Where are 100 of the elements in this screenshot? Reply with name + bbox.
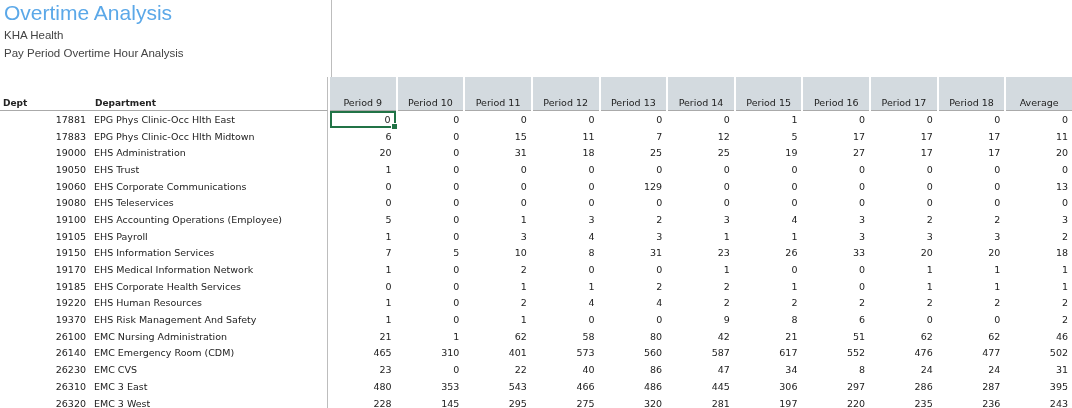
table-cell[interactable]: 0 (600, 111, 667, 128)
table-cell[interactable]: 2 (465, 261, 531, 278)
table-cell[interactable]: 1 (668, 227, 734, 245)
table-cell[interactable]: 0 (397, 127, 464, 145)
table-cell[interactable]: 0 (735, 177, 802, 195)
table-cell[interactable]: 0 (668, 111, 734, 128)
table-cell[interactable]: 2 (871, 294, 937, 312)
table-cell[interactable]: 2 (803, 294, 870, 312)
table-cell[interactable]: 1 (465, 277, 531, 295)
table-cell[interactable]: 46 (1006, 327, 1072, 345)
table-cell[interactable]: 47 (668, 361, 734, 378)
table-cell[interactable]: 7 (330, 244, 396, 262)
table-cell[interactable]: 11 (532, 127, 599, 145)
table-cell[interactable]: 20 (938, 244, 1005, 262)
table-cell[interactable]: 236 (938, 394, 1005, 408)
table-cell[interactable]: 353 (397, 378, 464, 395)
table-cell[interactable]: 23 (330, 361, 396, 378)
table-cell[interactable]: 22 (465, 361, 531, 378)
table-cell[interactable]: 0 (871, 177, 937, 195)
table-cell[interactable]: 26 (735, 244, 802, 262)
table-cell[interactable]: 0 (397, 177, 464, 195)
table-cell[interactable]: 25 (668, 144, 734, 162)
table-cell[interactable]: 21 (735, 327, 802, 345)
table-cell[interactable]: 573 (532, 344, 599, 362)
table-cell[interactable]: 3 (532, 211, 599, 228)
table-cell[interactable]: 0 (938, 161, 1005, 178)
table-cell[interactable]: 477 (938, 344, 1005, 362)
table-cell[interactable]: 0 (735, 161, 802, 178)
table-cell[interactable]: 617 (735, 344, 802, 362)
table-cell[interactable]: 2 (1006, 311, 1072, 328)
table-cell[interactable]: 0 (668, 194, 734, 212)
table-cell[interactable]: 2 (600, 277, 667, 295)
table-cell[interactable]: 0 (397, 311, 464, 328)
table-cell[interactable]: 0 (938, 311, 1005, 328)
table-cell[interactable]: 1 (668, 261, 734, 278)
table-cell[interactable]: 0 (871, 111, 937, 128)
table-cell[interactable]: 13 (1006, 177, 1072, 195)
table-cell[interactable]: 0 (330, 177, 396, 195)
table-cell[interactable]: 0 (397, 294, 464, 312)
table-cell[interactable]: 0 (803, 111, 870, 128)
table-cell[interactable]: 0 (735, 194, 802, 212)
table-cell[interactable]: 0 (1006, 161, 1072, 178)
table-cell[interactable]: 235 (871, 394, 937, 408)
table-cell[interactable]: 4 (735, 211, 802, 228)
table-cell[interactable]: 15 (465, 127, 531, 145)
table-cell[interactable]: 0 (397, 227, 464, 245)
table-cell[interactable]: 287 (938, 378, 1005, 395)
table-cell[interactable]: 0 (803, 194, 870, 212)
table-cell[interactable]: 8 (803, 361, 870, 378)
table-cell[interactable]: 8 (735, 311, 802, 328)
table-cell[interactable]: 0 (330, 111, 396, 128)
table-cell[interactable]: 1 (330, 227, 396, 245)
table-cell[interactable]: 19 (735, 144, 802, 162)
table-cell[interactable]: 1 (1006, 277, 1072, 295)
table-cell[interactable]: 320 (600, 394, 667, 408)
table-cell[interactable]: 1 (397, 327, 464, 345)
table-cell[interactable]: 2 (600, 211, 667, 228)
table-cell[interactable]: 0 (938, 177, 1005, 195)
table-cell[interactable]: 1 (330, 261, 396, 278)
table-cell[interactable]: 466 (532, 378, 599, 395)
table-cell[interactable]: 0 (803, 261, 870, 278)
table-cell[interactable]: 1 (735, 227, 802, 245)
table-cell[interactable]: 0 (1006, 111, 1072, 128)
table-cell[interactable]: 2 (668, 294, 734, 312)
table-cell[interactable]: 20 (330, 144, 396, 162)
table-cell[interactable]: 2 (1006, 227, 1072, 245)
table-cell[interactable]: 0 (938, 194, 1005, 212)
table-cell[interactable]: 0 (397, 144, 464, 162)
table-cell[interactable]: 306 (735, 378, 802, 395)
table-cell[interactable]: 0 (397, 211, 464, 228)
table-cell[interactable]: 0 (668, 161, 734, 178)
table-cell[interactable]: 286 (871, 378, 937, 395)
table-cell[interactable]: 395 (1006, 378, 1072, 395)
table-cell[interactable]: 2 (871, 211, 937, 228)
table-cell[interactable]: 543 (465, 378, 531, 395)
table-cell[interactable]: 2 (668, 277, 734, 295)
table-cell[interactable]: 220 (803, 394, 870, 408)
table-cell[interactable]: 0 (803, 161, 870, 178)
table-cell[interactable]: 9 (668, 311, 734, 328)
table-cell[interactable]: 0 (600, 194, 667, 212)
table-cell[interactable]: 21 (330, 327, 396, 345)
table-cell[interactable]: 0 (600, 161, 667, 178)
table-cell[interactable]: 0 (532, 177, 599, 195)
table-cell[interactable]: 281 (668, 394, 734, 408)
table-cell[interactable]: 12 (668, 127, 734, 145)
table-cell[interactable]: 10 (465, 244, 531, 262)
table-cell[interactable]: 17 (871, 144, 937, 162)
table-cell[interactable]: 0 (532, 311, 599, 328)
table-cell[interactable]: 1 (330, 311, 396, 328)
table-cell[interactable]: 4 (600, 294, 667, 312)
table-cell[interactable]: 0 (871, 311, 937, 328)
table-cell[interactable]: 5 (397, 244, 464, 262)
table-cell[interactable]: 3 (803, 227, 870, 245)
table-cell[interactable]: 40 (532, 361, 599, 378)
table-cell[interactable]: 401 (465, 344, 531, 362)
table-cell[interactable]: 1 (735, 111, 802, 128)
table-cell[interactable]: 0 (532, 194, 599, 212)
table-cell[interactable]: 4 (532, 294, 599, 312)
table-cell[interactable]: 0 (397, 361, 464, 378)
table-cell[interactable]: 297 (803, 378, 870, 395)
